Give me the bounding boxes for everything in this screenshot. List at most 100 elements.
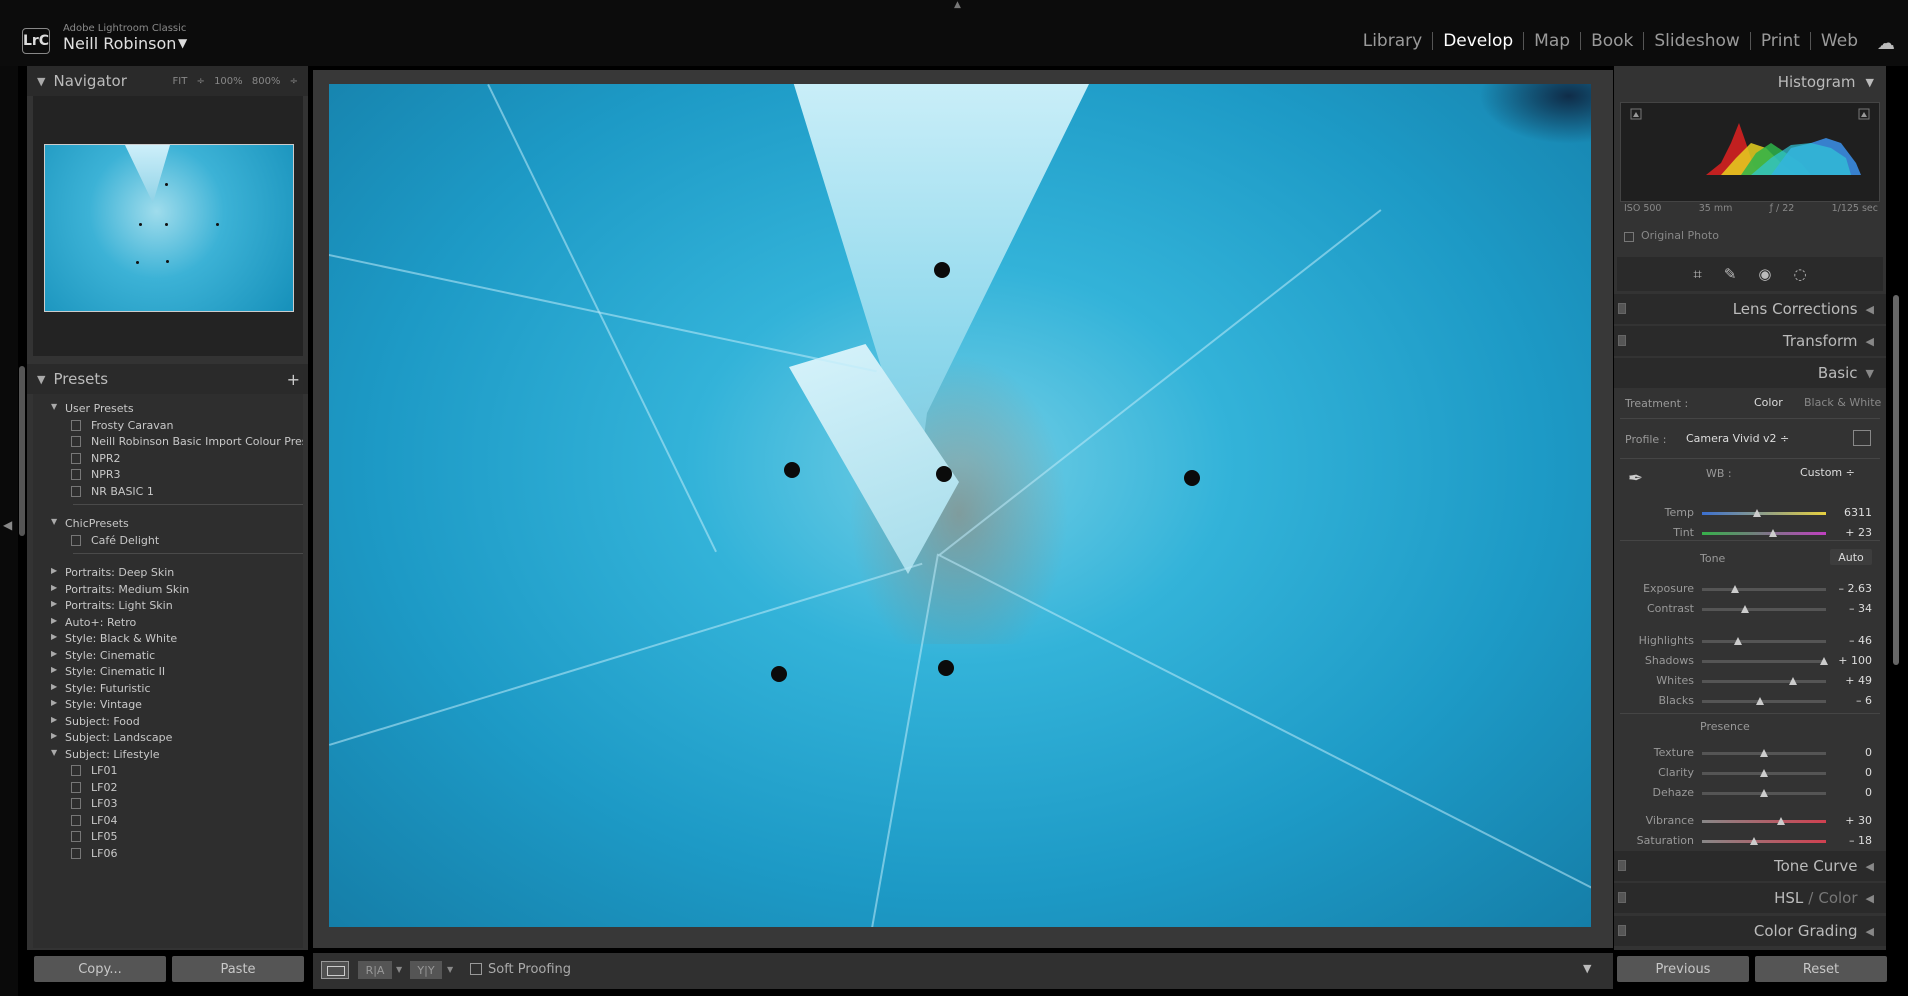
histogram-graph[interactable]	[1620, 102, 1880, 202]
preset-group[interactable]: ▶ Subject: Landscape	[33, 729, 303, 747]
before-after-dropdown-icon[interactable]: ▼	[396, 965, 402, 974]
collapsed-triangle-icon[interactable]: ▶	[51, 616, 57, 625]
slider-track-contrast[interactable]	[1702, 608, 1826, 611]
original-photo-checkbox[interactable]	[1624, 232, 1634, 242]
preset-item[interactable]: Café Delight	[33, 532, 303, 550]
treatment-color-option[interactable]: Color	[1754, 396, 1783, 409]
crop-icon[interactable]: ⌗	[1693, 265, 1701, 283]
expanded-triangle-icon[interactable]: ▼	[51, 517, 57, 526]
swap-dropdown-icon[interactable]: ▼	[447, 965, 453, 974]
slider-value-tint[interactable]: + 23	[1832, 526, 1872, 539]
preset-group[interactable]: ▶ Portraits: Light Skin	[33, 597, 303, 615]
expanded-triangle-icon[interactable]: ▼	[51, 402, 57, 411]
expand-triangle-icon[interactable]: ◀	[1866, 335, 1874, 348]
expand-triangle-icon[interactable]: ◀	[1866, 860, 1874, 873]
preset-item[interactable]: NPR3	[33, 466, 303, 484]
identity-plate-user[interactable]: Neill Robinson	[63, 34, 176, 53]
histogram-header[interactable]: Histogram ▼	[1614, 66, 1886, 98]
panel-switch-icon[interactable]	[1618, 925, 1626, 936]
basic-header[interactable]: Basic ▼	[1614, 358, 1886, 388]
collapsed-triangle-icon[interactable]: ▶	[51, 731, 57, 740]
previous-button[interactable]: Previous	[1617, 956, 1749, 982]
collapsed-triangle-icon[interactable]: ▶	[51, 715, 57, 724]
healing-brush-icon[interactable]: ✎	[1724, 265, 1737, 283]
navigator-header[interactable]: ▼ Navigator FIT ÷ 100% 800% ÷	[27, 66, 308, 96]
module-develop[interactable]: Develop	[1432, 32, 1523, 50]
expand-triangle-icon[interactable]: ◀	[1866, 303, 1874, 316]
presets-header[interactable]: ▼ Presets +	[27, 364, 308, 394]
collapse-left-panel-arrow-icon[interactable]: ◀	[3, 518, 12, 532]
treatment-bw-option[interactable]: Black & White	[1804, 396, 1881, 409]
preset-item[interactable]: LF05	[33, 828, 303, 846]
slider-thumb-texture[interactable]	[1760, 749, 1768, 757]
slider-value-exposure[interactable]: – 2.63	[1832, 582, 1873, 595]
slider-value-shadows[interactable]: + 100	[1832, 654, 1872, 667]
slider-value-vibrance[interactable]: + 30	[1832, 814, 1872, 827]
slider-track-highlights[interactable]	[1702, 640, 1826, 643]
collapsed-triangle-icon[interactable]: ▶	[51, 665, 57, 674]
before-after-swap-button[interactable]: Y|Y	[410, 961, 442, 979]
preset-group[interactable]: ▶ Style: Cinematic II	[33, 663, 303, 681]
slider-value-highlights[interactable]: – 46	[1832, 634, 1872, 647]
slider-thumb-clarity[interactable]	[1760, 769, 1768, 777]
cloud-sync-icon[interactable]: ☁	[1877, 33, 1895, 54]
loupe-view-icon[interactable]	[321, 961, 349, 979]
collapse-triangle-icon[interactable]: ▼	[1866, 367, 1874, 380]
collapse-triangle-icon[interactable]: ▼	[1866, 76, 1874, 89]
collapsed-triangle-icon[interactable]: ▶	[51, 698, 57, 707]
slider-thumb-highlights[interactable]	[1733, 637, 1742, 645]
preset-item[interactable]: LF03	[33, 795, 303, 813]
panel-switch-icon[interactable]	[1618, 335, 1626, 346]
slider-track-saturation[interactable]	[1702, 840, 1826, 843]
hsl-header[interactable]: HSL / Color ◀	[1614, 883, 1886, 913]
collapse-top-panel-arrow-icon[interactable]: ▲	[954, 0, 961, 10]
slider-thumb-temp[interactable]	[1752, 509, 1761, 517]
profile-browser-icon[interactable]	[1853, 430, 1871, 446]
expand-triangle-icon[interactable]: ◀	[1866, 925, 1874, 938]
lens-corrections-header[interactable]: Lens Corrections ◀	[1614, 294, 1886, 324]
slider-thumb-whites[interactable]	[1788, 677, 1797, 685]
preset-item[interactable]: LF06	[33, 845, 303, 863]
navigator-zoom-options[interactable]: FIT ÷ 100% 800% ÷	[173, 76, 299, 87]
collapse-triangle-icon[interactable]: ▼	[37, 75, 45, 88]
panel-switch-icon[interactable]	[1618, 303, 1626, 314]
slider-track-whites[interactable]	[1702, 680, 1826, 683]
slider-thumb-dehaze[interactable]	[1760, 789, 1768, 797]
red-eye-icon[interactable]: ◉	[1758, 265, 1771, 283]
slider-value-saturation[interactable]: – 18	[1832, 834, 1872, 847]
color-title[interactable]: Color	[1818, 889, 1857, 907]
auto-tone-button[interactable]: Auto	[1830, 549, 1872, 565]
collapsed-triangle-icon[interactable]: ▶	[51, 583, 57, 592]
slider-thumb-tint[interactable]	[1768, 529, 1777, 537]
panel-switch-icon[interactable]	[1618, 892, 1626, 903]
collapse-triangle-icon[interactable]: ▼	[37, 373, 45, 386]
wb-eyedropper-icon[interactable]: ✒	[1628, 468, 1643, 489]
module-slideshow[interactable]: Slideshow	[1643, 32, 1749, 50]
tone-curve-header[interactable]: Tone Curve ◀	[1614, 851, 1886, 881]
slider-thumb-blacks[interactable]	[1756, 697, 1765, 705]
zoom-100[interactable]: 100%	[214, 76, 243, 87]
slider-thumb-saturation[interactable]	[1750, 837, 1759, 845]
slider-value-whites[interactable]: + 49	[1832, 674, 1872, 687]
preset-group[interactable]: ▶ Style: Vintage	[33, 696, 303, 714]
before-after-button[interactable]: R|A	[358, 961, 392, 979]
slider-value-blacks[interactable]: – 6	[1832, 694, 1872, 707]
preset-group[interactable]: ▼ User Presets	[33, 400, 303, 418]
preset-group[interactable]: ▶ Portraits: Deep Skin	[33, 564, 303, 582]
photo-preview[interactable]	[329, 84, 1591, 927]
hsl-title[interactable]: HSL	[1774, 889, 1803, 907]
profile-select[interactable]: Camera Vivid v2 ÷	[1686, 432, 1789, 445]
slider-value-texture[interactable]: 0	[1832, 746, 1872, 759]
panel-switch-icon[interactable]	[1618, 860, 1626, 871]
slider-thumb-shadows[interactable]	[1819, 657, 1828, 665]
collapsed-triangle-icon[interactable]: ▶	[51, 649, 57, 658]
slider-track-exposure[interactable]	[1702, 588, 1826, 591]
toolbar-content-dropdown-icon[interactable]: ▼	[1583, 962, 1591, 975]
slider-thumb-contrast[interactable]	[1741, 605, 1750, 613]
preset-group[interactable]: ▶ Style: Black & White	[33, 630, 303, 648]
right-panel-scrollbar[interactable]	[1893, 295, 1899, 665]
expand-triangle-icon[interactable]: ◀	[1866, 892, 1874, 905]
collapsed-triangle-icon[interactable]: ▶	[51, 632, 57, 641]
paste-button[interactable]: Paste	[172, 956, 304, 982]
copy-button[interactable]: Copy...	[34, 956, 166, 982]
